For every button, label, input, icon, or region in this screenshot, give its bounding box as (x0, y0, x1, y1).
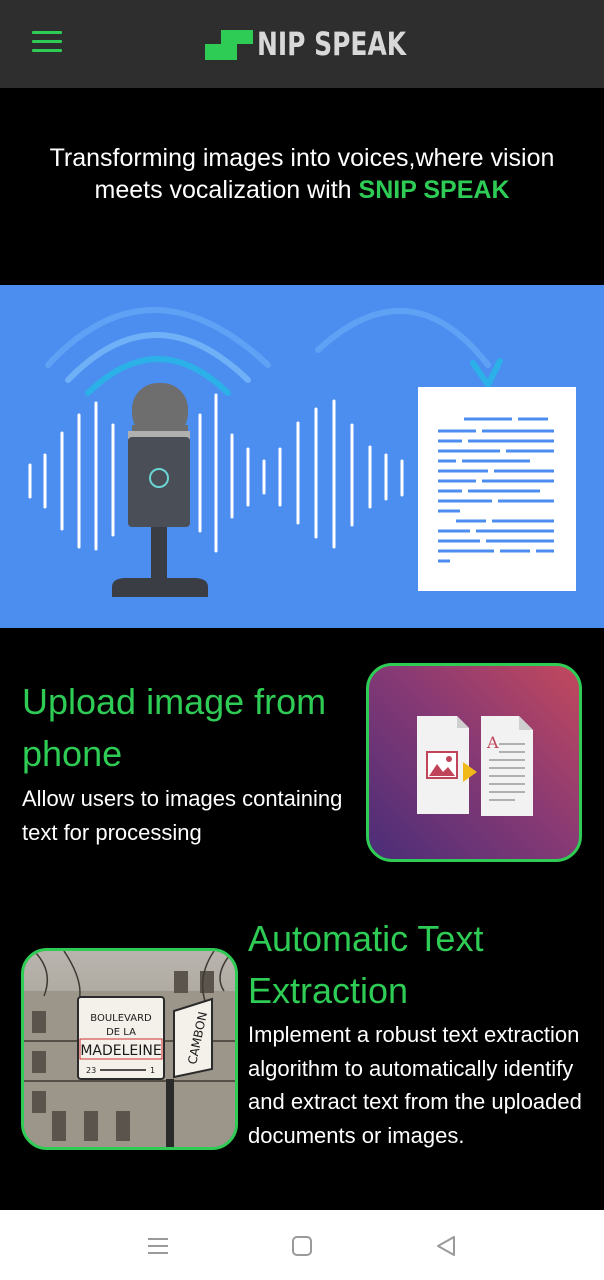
sign-line3: MADELEINE (80, 1043, 161, 1059)
feature-title-upload: Upload image from phone (22, 681, 327, 774)
sign-line1: BOULEVARD (90, 1013, 152, 1024)
microphone-to-document-illustration (28, 307, 576, 597)
logo-text: NIP SPEAK (257, 25, 407, 63)
feature-desc-extraction: Implement a robust text extraction algor… (248, 1022, 582, 1148)
tagline-brand: SNIP SPEAK (358, 176, 510, 204)
svg-text:A: A (486, 733, 499, 752)
hero-banner (0, 285, 604, 628)
system-nav-bar (0, 1210, 604, 1280)
home-icon[interactable] (290, 1234, 314, 1258)
logo-blocks-icon (205, 26, 255, 62)
sign-number-left: 23 (86, 1066, 96, 1075)
document-icon (418, 387, 576, 591)
hero-tagline: Transforming images into voices,where vi… (40, 142, 564, 206)
back-icon[interactable] (434, 1234, 458, 1258)
feature-title-extraction: Automatic Text Extraction (248, 918, 484, 1011)
microphone-icon (112, 383, 208, 597)
feature-desc-upload: Allow users to images containing text fo… (22, 786, 343, 845)
street-sign-photo[interactable]: BOULEVARD DE LA MADELEINE 23 1 CAMBON (21, 948, 238, 1150)
recents-icon[interactable] (146, 1234, 170, 1258)
sign-line2: DE LA (106, 1027, 136, 1038)
sign-number-right: 1 (150, 1066, 155, 1075)
app-logo[interactable]: NIP SPEAK (205, 24, 448, 64)
image-to-document-icon: A (417, 716, 533, 816)
hamburger-menu-icon[interactable] (32, 31, 62, 53)
upload-image-card[interactable]: A (366, 663, 582, 862)
app-header: NIP SPEAK (0, 0, 604, 88)
